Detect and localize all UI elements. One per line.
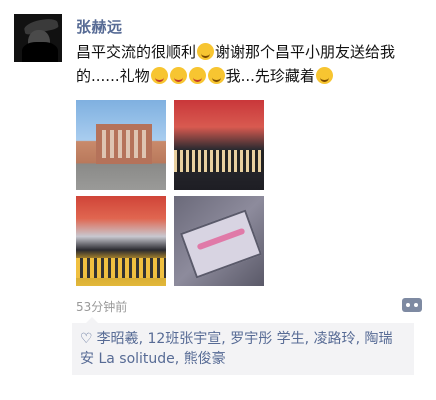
avatar-body-shape bbox=[22, 42, 58, 62]
crowd-shape bbox=[76, 258, 166, 278]
photo-gift-box[interactable] bbox=[174, 196, 264, 286]
facepalm-emoji-icon bbox=[207, 67, 225, 84]
liker-name[interactable]: 李昭羲 bbox=[97, 331, 139, 347]
tears-of-joy-emoji-icon bbox=[188, 67, 206, 84]
likes-list: 李昭羲, 12班张宇宣, 罗宇彤 学生, 凌路玲, 陶瑞安 La solitud… bbox=[80, 331, 392, 367]
post-text-part3: 我...先珍藏着 bbox=[225, 67, 315, 85]
crowd-shape bbox=[174, 150, 264, 172]
liker-separator: , bbox=[221, 331, 231, 347]
photo-stage-group[interactable] bbox=[174, 100, 264, 190]
gift-box-shape bbox=[179, 209, 263, 279]
tears-of-joy-emoji-icon bbox=[169, 67, 187, 84]
tears-of-joy-emoji-icon bbox=[150, 67, 168, 84]
liker-separator: , bbox=[304, 331, 314, 347]
photo-stage-ceremony[interactable] bbox=[76, 196, 166, 286]
post-timestamp: 53分钟前 bbox=[76, 300, 128, 314]
comment-menu-icon[interactable] bbox=[402, 298, 422, 312]
likes-panel: ♡ 李昭羲, 12班张宇宣, 罗宇彤 学生, 凌路玲, 陶瑞安 La solitu… bbox=[72, 317, 414, 375]
liker-name[interactable]: 12班张宇宣 bbox=[147, 331, 221, 347]
avatar[interactable] bbox=[14, 14, 62, 62]
liker-separator: , bbox=[174, 351, 184, 367]
windows-shape bbox=[102, 130, 146, 158]
grinning-emoji-icon bbox=[197, 43, 215, 60]
liker-name[interactable]: 熊俊豪 bbox=[184, 351, 226, 367]
facepalm-emoji-icon bbox=[315, 67, 333, 84]
heart-outline-icon: ♡ bbox=[80, 331, 93, 347]
photo-school-building[interactable] bbox=[76, 100, 166, 190]
post-text: 昌平交流的很顺利 谢谢那个昌平小朋友送给我的......礼物 我...先珍藏着 bbox=[76, 40, 420, 88]
author-name[interactable]: 张赫远 bbox=[76, 16, 123, 37]
liker-name[interactable]: 凌路玲 bbox=[314, 331, 356, 347]
post-text-part1: 昌平交流的很顺利 bbox=[76, 43, 197, 61]
liker-name[interactable]: 罗宇彤 学生 bbox=[230, 331, 304, 347]
moments-post: 张赫远 昌平交流的很顺利 谢谢那个昌平小朋友送给我的......礼物 我...先珍藏… bbox=[0, 0, 436, 400]
